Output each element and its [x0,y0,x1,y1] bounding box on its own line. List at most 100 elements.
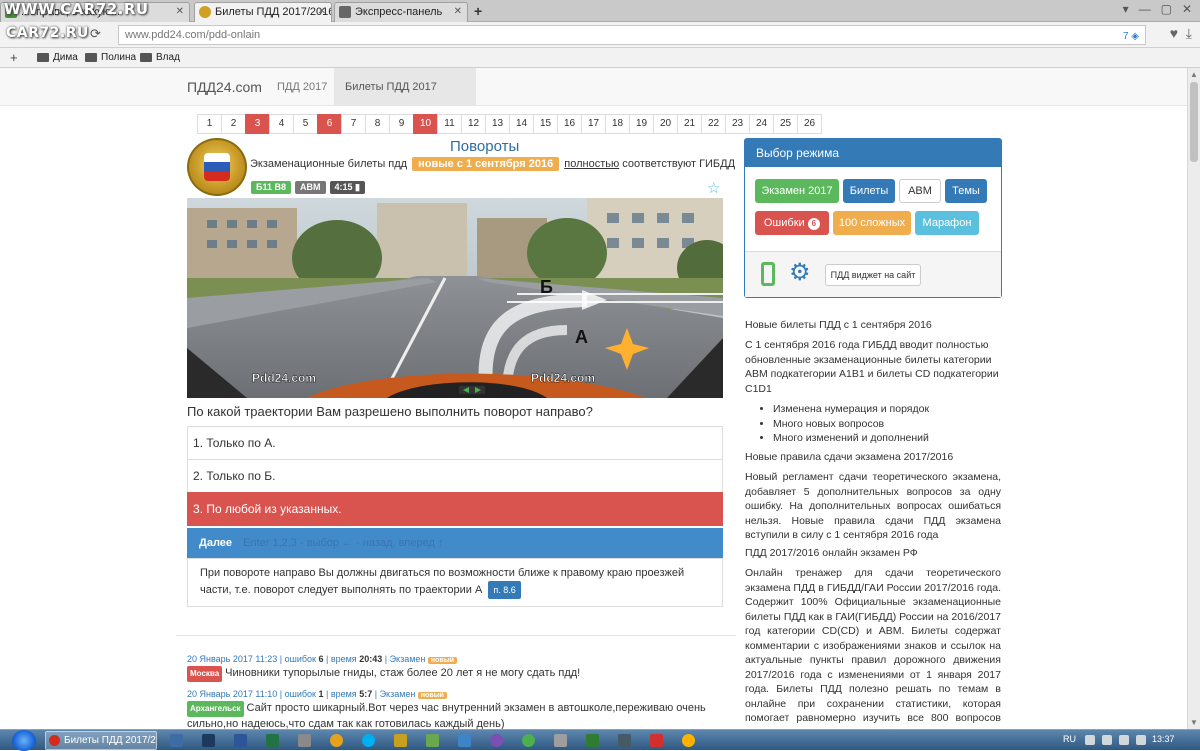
answer-option-1[interactable]: 1. Только по А. [187,426,723,460]
app-icon[interactable] [170,734,183,747]
pager-question-1[interactable]: 1 [197,114,222,134]
pager-question-7[interactable]: 7 [341,114,366,134]
pager-question-13[interactable]: 13 [485,114,510,134]
chrome-icon[interactable] [330,734,343,747]
language-indicator[interactable]: RU [1063,734,1076,744]
pager-question-18[interactable]: 18 [605,114,630,134]
scrollbar-thumb[interactable] [1190,82,1198,162]
bookmark-heart-icon[interactable]: ♥ ⤓ [1170,25,1192,42]
site-brand[interactable]: ПДД24.com [187,79,262,95]
pager-question-14[interactable]: 14 [509,114,534,134]
gear-icon[interactable]: ⚙ [789,258,811,286]
pager-question-16[interactable]: 16 [557,114,582,134]
page-scrollbar[interactable]: ▲ ▼ [1187,68,1200,729]
reload-icon[interactable]: ⟳ [90,26,101,42]
pager-question-11[interactable]: 11 [437,114,462,134]
pager-question-23[interactable]: 23 [725,114,750,134]
app-icon[interactable] [586,734,599,747]
close-icon[interactable]: ✕ [176,3,184,21]
app-icon[interactable] [394,734,407,747]
pager-question-4[interactable]: 4 [269,114,294,134]
city-badge: Москва [187,666,223,682]
pager-question-3[interactable]: 3 [245,114,270,134]
pager-question-2[interactable]: 2 [221,114,246,134]
app-icon[interactable] [298,734,311,747]
folder-icon [140,53,152,62]
excel-icon[interactable] [266,734,279,747]
taskbar-clock[interactable]: 13:37 [1152,734,1175,744]
app-icon[interactable] [426,734,439,747]
pager-question-20[interactable]: 20 [653,114,678,134]
bookmark-folder[interactable]: Влад [140,48,180,68]
menu-tickets-online[interactable]: Билеты ПДД 2017 онлайн [334,68,476,131]
pager-question-24[interactable]: 24 [749,114,774,134]
pager-question-22[interactable]: 22 [701,114,726,134]
pager-question-5[interactable]: 5 [293,114,318,134]
taskbar-active-window[interactable]: Билеты ПДД 2017/2... [45,731,157,750]
app-icon[interactable] [682,734,695,747]
window-controls[interactable]: ▾ — ▢ ✕ [1123,2,1192,16]
new-tab-button[interactable]: + [474,3,482,19]
close-icon[interactable]: ✕ [454,3,462,21]
answer-option-3[interactable]: 3. По любой из указанных. [187,492,723,526]
photoshop-icon[interactable] [202,734,215,747]
errors-button[interactable]: Ошибки 6 [755,211,829,235]
app-icon[interactable] [458,734,471,747]
gibdd-emblem-icon [187,138,247,196]
pager-question-9[interactable]: 9 [389,114,414,134]
exam-2017-button[interactable]: Экзамен 2017 [755,179,839,203]
bookmark-folder[interactable]: Полина [85,48,136,68]
network-icon[interactable] [1119,735,1129,745]
address-bar[interactable]: www.pdd24.com/pdd-onlain 7 ◈ [118,25,1146,45]
app-icon[interactable] [618,734,631,747]
page-viewport: ПДД24.com ПДД 2017 Билеты ПДД 2017 онлай… [0,68,1187,729]
pager-question-8[interactable]: 8 [365,114,390,134]
trajectory-a-label: А [575,327,588,347]
app-icon[interactable] [650,734,663,747]
rule-link[interactable]: п. 8.6 [488,581,521,599]
pager-question-21[interactable]: 21 [677,114,702,134]
bookmark-folder[interactable]: Дима [37,48,78,68]
pager-question-26[interactable]: 26 [797,114,822,134]
scroll-down-icon[interactable]: ▼ [1190,718,1198,727]
add-bookmark-icon[interactable]: + [10,48,18,68]
pager-question-15[interactable]: 15 [533,114,558,134]
app-icon[interactable] [522,734,535,747]
favorite-star-icon[interactable]: ☆ [707,179,720,197]
pager-question-6[interactable]: 6 [317,114,342,134]
browser-tab-active[interactable]: Билеты ПДД 2017/2016(н ✕ [194,2,332,22]
menu-pdd-2017[interactable]: ПДД 2017 [277,81,327,93]
tray-icon[interactable] [1102,735,1112,745]
marathon-button[interactable]: Марафон [915,211,979,235]
topics-button[interactable]: Темы [945,179,987,203]
pager-question-10[interactable]: 10 [413,114,438,134]
pager-question-25[interactable]: 25 [773,114,798,134]
next-button[interactable]: Далее Enter 1,2,3 - выбор ← - назад, впе… [187,528,723,558]
start-button-icon[interactable] [12,730,36,751]
tickets-button[interactable]: Билеты [843,179,895,203]
fully-link[interactable]: полностью [564,158,619,170]
widget-button[interactable]: ПДД виджет на сайт [825,264,921,286]
site-navbar: ПДД24.com ПДД 2017 Билеты ПДД 2017 онлай… [0,68,1187,131]
tray-icon[interactable] [1085,735,1095,745]
viber-icon[interactable] [490,734,503,747]
skype-icon[interactable] [362,734,375,747]
volume-icon[interactable] [1136,735,1146,745]
abm-button[interactable]: ABM [899,179,941,203]
question-labels: Б11 В8 ABM 4:15 ▮ [251,181,365,194]
answer-option-2[interactable]: 2. Только по Б. [187,459,723,493]
sidebar-paragraph-2: Новый регламент сдачи теоретического экз… [745,471,1001,541]
hard-100-button[interactable]: 100 сложных [833,211,911,235]
extension-badge[interactable]: 7 ◈ [1123,28,1139,46]
pager-question-17[interactable]: 17 [581,114,606,134]
pager-question-19[interactable]: 19 [629,114,654,134]
app-icon[interactable] [554,734,567,747]
browser-tab[interactable]: Экспресс-панель ✕ [334,2,468,22]
close-icon[interactable]: ✕ [318,3,326,21]
mobile-icon[interactable] [761,262,775,286]
divider [176,635,736,636]
scroll-up-icon[interactable]: ▲ [1190,70,1198,79]
sidebar-paragraph-1: С 1 сентября 2016 года ГИБДД вводит полн… [745,339,999,395]
word-icon[interactable] [234,734,247,747]
pager-question-12[interactable]: 12 [461,114,486,134]
